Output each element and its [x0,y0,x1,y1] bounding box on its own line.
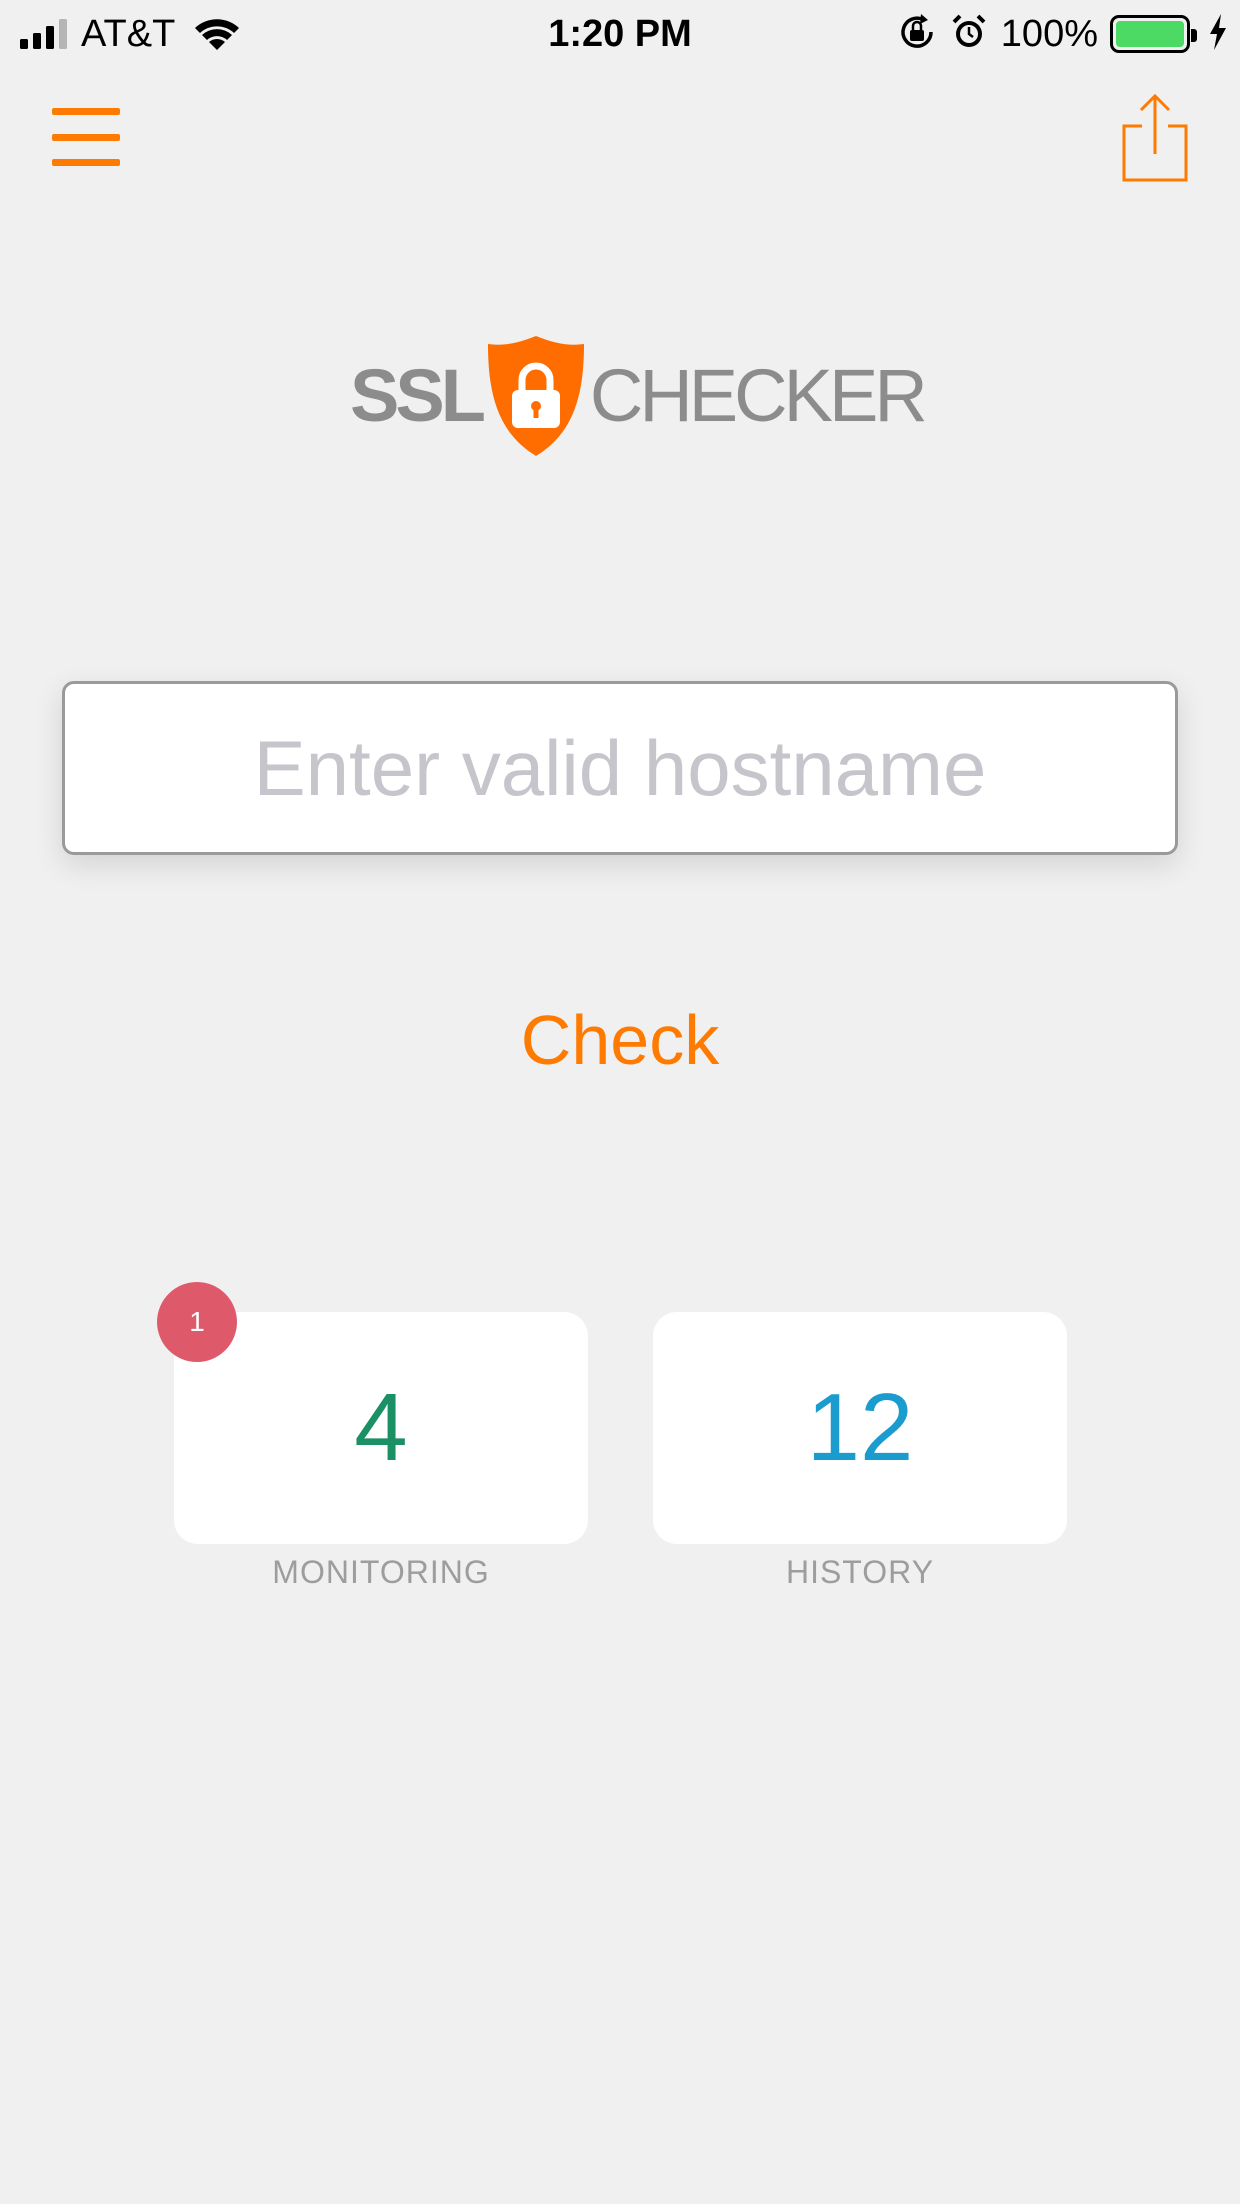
battery-level [1116,21,1184,47]
carrier-name: AT&T [81,12,176,55]
hamburger-menu-icon[interactable] [52,108,120,166]
share-icon[interactable] [1120,92,1190,186]
orientation-lock-icon [897,12,937,57]
status-bar-right: 100% [897,12,1228,56]
status-bar-left: AT&T [20,12,241,56]
charging-bolt-icon [1208,13,1228,55]
monitoring-card[interactable]: 4 [174,1312,588,1544]
monitoring-count: 4 [354,1374,408,1481]
status-bar: AT&T 1:20 PM 100% [0,0,1240,70]
battery-icon [1110,15,1197,53]
wifi-icon [193,16,241,52]
battery-percent: 100% [1000,12,1098,55]
history-card[interactable]: 12 [653,1312,1067,1544]
alarm-icon [949,12,989,57]
logo-text-ssl: SSL [350,354,486,437]
monitoring-badge: 1 [157,1282,237,1362]
history-count: 12 [806,1374,914,1481]
history-label: HISTORY [785,1554,935,1590]
shield-lock-icon [486,334,586,458]
app-logo: SSL CHECKER [350,334,928,458]
monitoring-label: MONITORING [272,1554,490,1590]
signal-icon [20,19,67,49]
hostname-input[interactable] [62,681,1178,855]
check-button[interactable]: Check [420,990,820,1090]
logo-text-checker: CHECKER [589,354,928,437]
